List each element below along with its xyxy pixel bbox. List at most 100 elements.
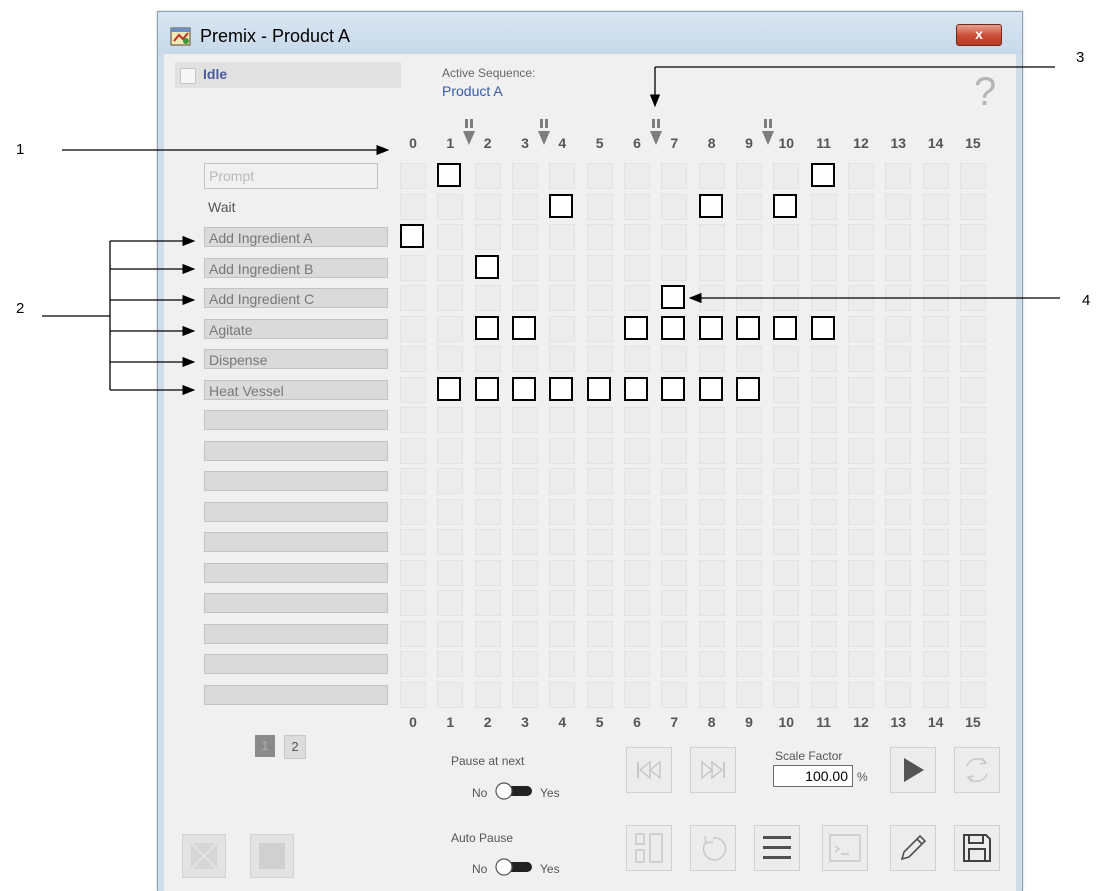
step-cell[interactable] bbox=[586, 193, 613, 220]
step-cell[interactable] bbox=[437, 620, 464, 647]
step-cell-active[interactable] bbox=[735, 376, 760, 401]
step-row-label[interactable] bbox=[204, 471, 388, 491]
step-row-label[interactable]: Agitate bbox=[204, 318, 388, 339]
step-cell[interactable] bbox=[959, 468, 986, 494]
step-cell[interactable] bbox=[623, 498, 650, 525]
step-row-label[interactable]: Add Ingredient B bbox=[204, 257, 388, 278]
step-cell[interactable] bbox=[549, 163, 576, 189]
step-cell[interactable] bbox=[773, 468, 800, 494]
step-cell[interactable] bbox=[773, 437, 800, 464]
step-cell[interactable] bbox=[698, 651, 725, 677]
page-1-button[interactable]: 1 bbox=[255, 735, 275, 757]
console-button[interactable] bbox=[822, 825, 868, 871]
step-cell[interactable] bbox=[847, 437, 874, 464]
step-cell[interactable] bbox=[959, 376, 986, 403]
step-cell[interactable] bbox=[698, 559, 725, 586]
step-cell[interactable] bbox=[586, 498, 613, 525]
step-cell[interactable] bbox=[623, 407, 650, 433]
close-button[interactable]: x bbox=[956, 24, 1002, 46]
step-row-label[interactable]: Add Ingredient A bbox=[204, 227, 388, 247]
step-cell[interactable] bbox=[885, 224, 912, 250]
step-cell-active[interactable] bbox=[661, 315, 686, 340]
step-cell[interactable] bbox=[922, 376, 949, 403]
step-cell[interactable] bbox=[698, 590, 725, 616]
step-cell[interactable] bbox=[511, 468, 538, 494]
step-cell[interactable] bbox=[810, 254, 837, 281]
step-cell[interactable] bbox=[847, 193, 874, 220]
step-cell[interactable] bbox=[735, 346, 762, 372]
step-cell[interactable] bbox=[773, 559, 800, 586]
step-row-label[interactable] bbox=[204, 440, 388, 461]
step-cell[interactable] bbox=[698, 437, 725, 464]
step-cell[interactable] bbox=[400, 681, 426, 708]
step-row-label[interactable] bbox=[204, 410, 388, 430]
step-cell[interactable] bbox=[885, 468, 912, 494]
step-cell[interactable] bbox=[661, 559, 688, 586]
step-cell[interactable] bbox=[885, 620, 912, 647]
step-cell[interactable] bbox=[549, 437, 576, 464]
step-cell[interactable] bbox=[773, 224, 800, 250]
step-cell[interactable] bbox=[959, 437, 986, 464]
step-cell[interactable] bbox=[773, 346, 800, 372]
step-cell[interactable] bbox=[885, 529, 912, 555]
step-cell[interactable] bbox=[623, 224, 650, 250]
step-cell[interactable] bbox=[511, 285, 538, 311]
step-cell[interactable] bbox=[922, 620, 949, 647]
step-cell[interactable] bbox=[735, 559, 762, 586]
step-cell[interactable] bbox=[661, 163, 688, 189]
step-cell[interactable] bbox=[810, 224, 837, 250]
menu-button[interactable] bbox=[754, 825, 800, 871]
step-cell-active[interactable] bbox=[661, 376, 686, 401]
pause-marker-icon[interactable] bbox=[649, 119, 662, 147]
step-cell[interactable] bbox=[810, 651, 837, 677]
step-cell[interactable] bbox=[400, 193, 426, 220]
step-cell[interactable] bbox=[885, 590, 912, 616]
step-cell[interactable] bbox=[549, 590, 576, 616]
step-cell-active[interactable] bbox=[474, 254, 499, 279]
step-cell[interactable] bbox=[735, 254, 762, 281]
step-row-label[interactable] bbox=[204, 562, 388, 583]
columns-button[interactable] bbox=[626, 825, 672, 871]
step-cell[interactable] bbox=[698, 498, 725, 525]
step-cell[interactable] bbox=[698, 681, 725, 708]
step-cell[interactable] bbox=[847, 681, 874, 708]
step-cell[interactable] bbox=[437, 681, 464, 708]
step-cell[interactable] bbox=[959, 315, 986, 342]
step-cell[interactable] bbox=[959, 681, 986, 708]
step-row-label[interactable] bbox=[204, 684, 388, 705]
step-cell[interactable] bbox=[511, 559, 538, 586]
step-cell[interactable] bbox=[400, 346, 426, 372]
step-cell[interactable] bbox=[474, 498, 501, 525]
step-cell[interactable] bbox=[549, 620, 576, 647]
step-cell[interactable] bbox=[474, 468, 501, 494]
step-cell[interactable] bbox=[549, 224, 576, 250]
step-cell[interactable] bbox=[922, 285, 949, 311]
step-cell[interactable] bbox=[549, 468, 576, 494]
step-cell-active[interactable] bbox=[810, 315, 835, 340]
step-cell-active[interactable] bbox=[437, 376, 462, 401]
step-cell[interactable] bbox=[885, 163, 912, 189]
step-cell[interactable] bbox=[661, 590, 688, 616]
step-row-label[interactable]: Add Ingredient C bbox=[204, 288, 388, 308]
step-cell[interactable] bbox=[437, 468, 464, 494]
step-cell[interactable] bbox=[885, 559, 912, 586]
step-cell[interactable] bbox=[922, 315, 949, 342]
step-cell[interactable] bbox=[623, 163, 650, 189]
step-cell-active[interactable] bbox=[549, 376, 574, 401]
step-cell[interactable] bbox=[511, 224, 538, 250]
step-cell[interactable] bbox=[474, 407, 501, 433]
step-cell[interactable] bbox=[922, 529, 949, 555]
step-cell[interactable] bbox=[474, 224, 501, 250]
step-cell-active[interactable] bbox=[400, 224, 424, 248]
step-cell[interactable] bbox=[400, 407, 426, 433]
step-cell[interactable] bbox=[549, 254, 576, 281]
step-cell[interactable] bbox=[437, 285, 464, 311]
step-cell[interactable] bbox=[959, 529, 986, 555]
step-cell[interactable] bbox=[922, 254, 949, 281]
step-cell[interactable] bbox=[511, 254, 538, 281]
step-cell[interactable] bbox=[586, 346, 613, 372]
step-cell[interactable] bbox=[661, 193, 688, 220]
step-cell[interactable] bbox=[586, 315, 613, 342]
step-cell[interactable] bbox=[437, 498, 464, 525]
step-cell-active[interactable] bbox=[735, 315, 760, 340]
